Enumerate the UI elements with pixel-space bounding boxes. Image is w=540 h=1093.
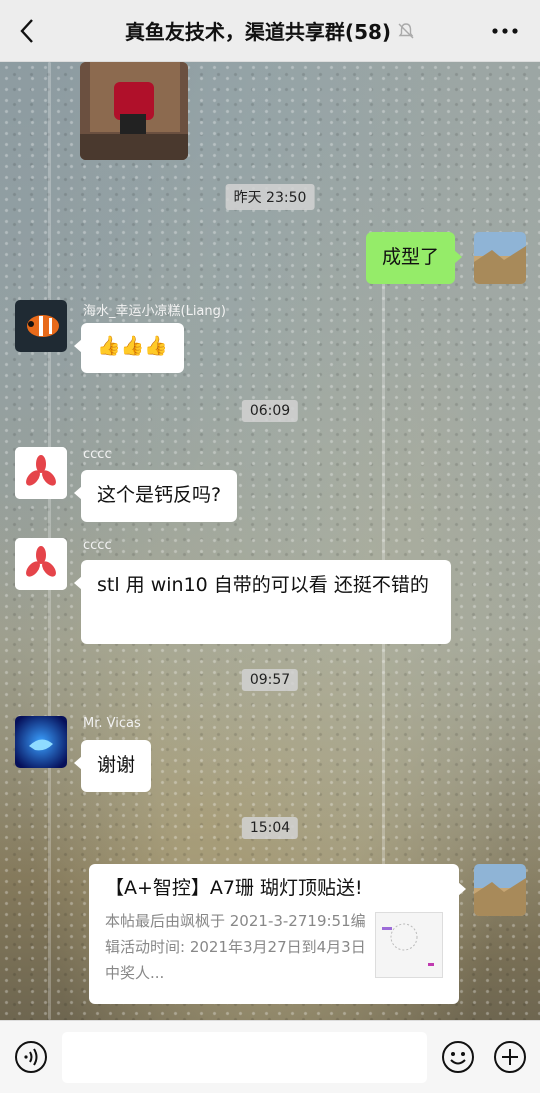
message-text: 👍👍👍	[97, 335, 168, 357]
sender-name: cccc	[83, 538, 112, 553]
more-button[interactable]	[488, 14, 522, 48]
sender-name: cccc	[83, 447, 112, 462]
more-dots-icon	[492, 28, 518, 34]
sender-avatar[interactable]	[15, 716, 67, 768]
message-text: stl 用 win10 自带的可以看 还挺不错的	[97, 574, 429, 596]
chat-area[interactable]: 昨天 23:50 成型了 海水_幸运小凉糕(Liang) 👍👍👍 06:09 c…	[0, 62, 540, 1020]
timestamp: 15:04	[241, 817, 299, 839]
chat-title: 真鱼友技术，渠道共享群(58)	[125, 16, 415, 45]
back-button[interactable]	[10, 14, 44, 48]
card-description: 本帖最后由飒枫于 2021-3-2719:51编辑活动时间: 2021年3月27…	[105, 912, 366, 982]
chevron-left-icon	[20, 19, 33, 43]
self-avatar[interactable]	[474, 864, 526, 916]
sender-avatar[interactable]	[15, 447, 67, 499]
message-text: 谢谢	[97, 754, 136, 776]
voice-button[interactable]	[14, 1040, 48, 1074]
chat-header: 真鱼友技术，渠道共享群(58)	[0, 0, 540, 62]
timestamp: 06:09	[241, 400, 299, 422]
timestamp: 昨天 23:50	[225, 184, 315, 210]
sender-avatar[interactable]	[15, 538, 67, 590]
emoji-icon	[442, 1041, 474, 1073]
message-text: 成型了	[382, 246, 440, 268]
emoji-button[interactable]	[441, 1040, 475, 1074]
voice-icon	[15, 1041, 47, 1073]
timestamp: 09:57	[241, 669, 299, 691]
bell-off-icon	[397, 22, 415, 40]
sender-name: 海水_幸运小凉糕(Liang)	[83, 304, 226, 319]
card-thumbnail	[375, 912, 443, 978]
message-text: 这个是钙反吗?	[97, 484, 222, 506]
card-title: 【A+智控】A7珊 瑚灯顶贴送!	[105, 877, 363, 899]
sender-name: Mr. Vicas	[83, 716, 141, 731]
message-bubble[interactable]: stl 用 win10 自带的可以看 还挺不错的	[74, 560, 451, 644]
sender-avatar[interactable]	[15, 300, 67, 352]
photo-message[interactable]	[80, 62, 188, 160]
group-name: 真鱼友技术，渠道共享群(58)	[124, 20, 392, 44]
self-message-bubble[interactable]: 成型了	[366, 232, 463, 284]
message-bubble[interactable]: 谢谢	[73, 740, 152, 792]
plus-button[interactable]	[493, 1040, 527, 1074]
link-card-message[interactable]: 【A+智控】A7珊 瑚灯顶贴送! 本帖最后由飒枫于 2021-3-2719:51…	[89, 864, 466, 1004]
plus-icon	[494, 1041, 526, 1073]
input-bar	[0, 1020, 540, 1093]
self-avatar[interactable]	[474, 232, 526, 284]
message-bubble[interactable]: 这个是钙反吗?	[73, 470, 238, 522]
photo-image	[80, 62, 188, 160]
message-bubble[interactable]: 👍👍👍	[74, 323, 184, 373]
message-input[interactable]	[62, 1032, 427, 1083]
